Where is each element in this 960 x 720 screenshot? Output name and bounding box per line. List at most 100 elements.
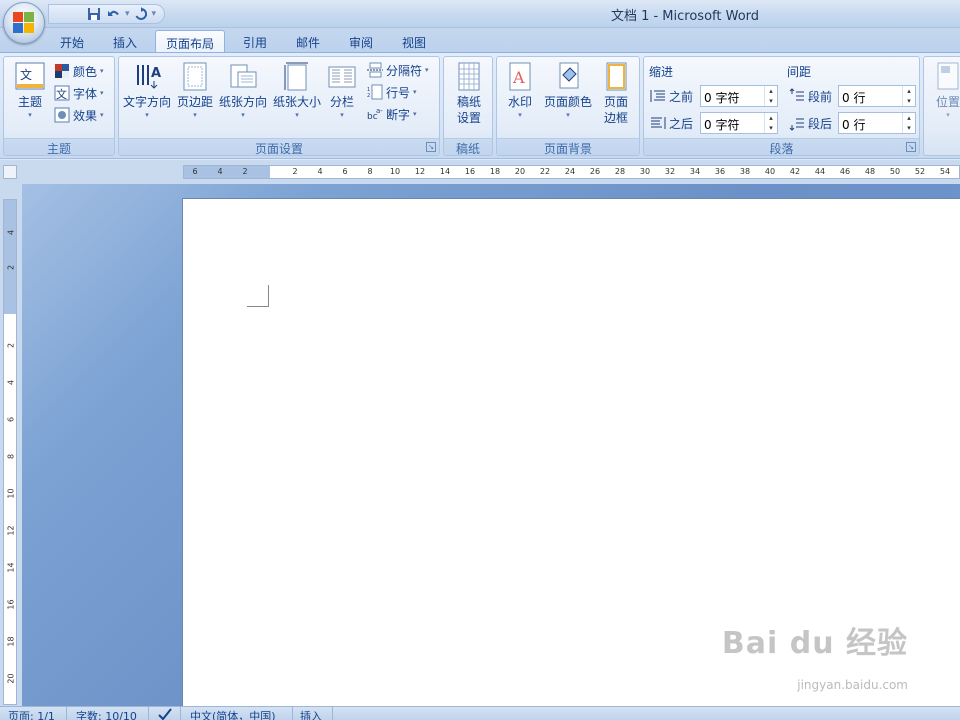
hruler-tick: 50 xyxy=(889,167,901,176)
size-button[interactable]: 纸张大小 ▾ xyxy=(271,61,323,120)
baidu-watermark-url: jingyan.baidu.com xyxy=(797,678,908,692)
spacing-after-icon xyxy=(789,115,805,131)
vruler-tick: 4 xyxy=(6,229,16,236)
hruler-tick: 34 xyxy=(689,167,701,176)
spacing-after-label: 段后 xyxy=(808,116,833,131)
hruler-tick: 2 xyxy=(242,167,248,176)
indent-before-input[interactable]: 0 字符 ▴ ▾ xyxy=(700,85,778,107)
manuscript-icon xyxy=(454,61,484,91)
vruler-top-margin xyxy=(4,200,16,314)
hruler-tick: 14 xyxy=(439,167,451,176)
hruler-tick: 38 xyxy=(739,167,751,176)
themes-button[interactable]: 文 主题 ▾ xyxy=(12,61,48,120)
position-button[interactable]: 位置 ▾ xyxy=(930,61,960,120)
indent-after-input[interactable]: 0 字符 ▴ ▾ xyxy=(700,112,778,134)
paragraph-group-label: 段落 xyxy=(644,138,919,156)
ruler-toggle-button[interactable] xyxy=(3,165,17,179)
language-indicator[interactable]: 中文(简体，中国) xyxy=(190,708,276,720)
hruler-tick: 6 xyxy=(192,167,198,176)
orientation-button[interactable]: 纸张方向 ▾ xyxy=(217,61,269,120)
vruler-tick: 2 xyxy=(6,264,16,271)
proofing-icon[interactable] xyxy=(158,708,172,720)
hruler-tick: 22 xyxy=(539,167,551,176)
page-count[interactable]: 页面: 1/1 xyxy=(8,708,55,720)
indent-before-spinner-icon[interactable]: ▴ ▾ xyxy=(764,86,777,106)
tab-view[interactable]: 视图 xyxy=(392,30,436,53)
hyphenation-icon: bc a- xyxy=(367,106,383,122)
hruler-tick: 12 xyxy=(414,167,426,176)
tab-home[interactable]: 开始 xyxy=(50,30,94,53)
spacing-before-spinner-icon[interactable]: ▴ ▾ xyxy=(902,86,915,106)
watermark-button[interactable]: A 水印 ▾ xyxy=(501,61,539,120)
hruler-tick: 24 xyxy=(564,167,576,176)
spacing-before-label: 段前 xyxy=(808,89,833,104)
tab-references[interactable]: 引用 xyxy=(233,30,277,53)
insert-mode[interactable]: 插入 xyxy=(300,708,322,720)
tab-mailings[interactable]: 邮件 xyxy=(286,30,330,53)
line-numbers-button[interactable]: 12 行号 ▾ xyxy=(367,82,417,102)
page-borders-label-1: 页面 xyxy=(603,95,628,109)
themes-icon: 文 xyxy=(15,61,45,91)
indent-after-label-row: 之后 xyxy=(650,113,693,133)
tab-insert[interactable]: 插入 xyxy=(103,30,147,53)
page-setup-launcher-icon[interactable]: ↘ xyxy=(426,142,436,152)
hruler-tick: 16 xyxy=(464,167,476,176)
spacing-after-value: 0 行 xyxy=(842,118,866,132)
breaks-button[interactable]: 分隔符 ▾ xyxy=(367,60,429,80)
hruler-tick: 36 xyxy=(714,167,726,176)
tab-page-layout[interactable]: 页面布局 xyxy=(155,30,226,53)
hruler-tick: 30 xyxy=(639,167,651,176)
text-direction-label: 文字方向 xyxy=(122,95,171,109)
theme-fonts-button[interactable]: 文 字体 ▾ xyxy=(54,83,104,103)
spacing-after-input[interactable]: 0 行 ▴ ▾ xyxy=(838,112,916,134)
spacing-before-label-row: 段前 xyxy=(789,86,832,106)
theme-effects-button[interactable]: 效果 ▾ xyxy=(54,105,104,125)
theme-fonts-label: 字体 xyxy=(73,86,98,101)
indent-after-spinner-icon[interactable]: ▴ ▾ xyxy=(764,113,777,133)
spacing-heading: 间距 xyxy=(787,65,812,79)
text-direction-button[interactable]: A 文字方向 ▾ xyxy=(121,61,173,120)
paint-bucket-icon xyxy=(553,61,583,91)
page-color-label: 页面颜色 xyxy=(543,95,592,109)
vruler-tick: 20 xyxy=(6,673,16,684)
hruler-tick: 44 xyxy=(814,167,826,176)
theme-effects-label: 效果 xyxy=(73,108,98,123)
svg-text:a-: a- xyxy=(376,107,383,115)
hruler-tick: 32 xyxy=(664,167,676,176)
hruler-tick: 4 xyxy=(217,167,223,176)
title-bar: ▾ ▾ 文档 1 - Microsoft Word xyxy=(0,0,960,28)
watermark-icon: A xyxy=(505,61,535,91)
page-borders-button[interactable]: 页面 边框 xyxy=(597,61,635,126)
columns-button[interactable]: 分栏 ▾ xyxy=(325,61,359,120)
position-label: 位置 xyxy=(935,95,960,109)
vertical-ruler[interactable]: 4 2 2 4 6 8 10 12 14 16 18 20 xyxy=(3,199,17,705)
hruler-tick: 26 xyxy=(589,167,601,176)
word-count[interactable]: 字数: 10/10 xyxy=(76,708,137,720)
spacing-after-label-row: 段后 xyxy=(789,113,832,133)
ribbon-tabs: 开始 插入 页面布局 引用 邮件 审阅 视图 xyxy=(0,28,960,53)
svg-text:文: 文 xyxy=(20,67,32,82)
position-icon xyxy=(933,61,960,91)
office-button[interactable] xyxy=(3,2,45,44)
margins-icon xyxy=(180,61,210,91)
spacing-before-input[interactable]: 0 行 ▴ ▾ xyxy=(838,85,916,107)
office-logo-icon xyxy=(13,12,35,34)
margins-button[interactable]: 页边距 ▾ xyxy=(175,61,215,120)
svg-text:文: 文 xyxy=(56,87,67,101)
theme-colors-button[interactable]: 颜色 ▾ xyxy=(54,61,104,81)
hruler-tick: 10 xyxy=(389,167,401,176)
themes-group: 文 主题 ▾ 颜色 ▾ 文 字体 ▾ 效果 ▾ 主题 xyxy=(3,56,115,156)
spacing-after-spinner-icon[interactable]: ▴ ▾ xyxy=(902,113,915,133)
horizontal-ruler[interactable]: 6 4 2 2 4 6 8 10 12 14 16 18 20 22 24 26… xyxy=(183,165,960,179)
paragraph-launcher-icon[interactable]: ↘ xyxy=(906,142,916,152)
vruler-tick: 6 xyxy=(6,416,16,423)
hyphenation-button[interactable]: bc a- 断字 ▾ xyxy=(367,104,417,124)
indent-after-label: 之后 xyxy=(669,116,694,131)
arrange-group: 位置 ▾ xyxy=(923,56,960,156)
page-borders-label-2: 边框 xyxy=(603,111,628,125)
manuscript-settings-button[interactable]: 稿纸 设置 xyxy=(449,61,489,126)
hruler-tick: 28 xyxy=(614,167,626,176)
hruler-tick: 8 xyxy=(367,167,373,176)
page-color-button[interactable]: 页面颜色 ▾ xyxy=(541,61,595,120)
tab-review[interactable]: 审阅 xyxy=(339,30,383,53)
